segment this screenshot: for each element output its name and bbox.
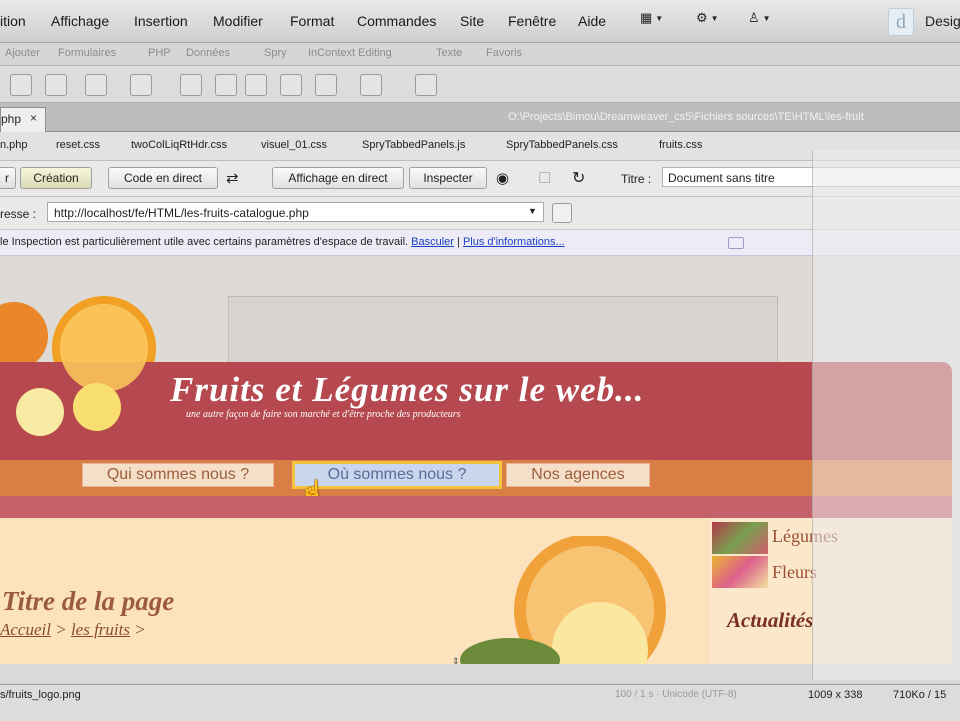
fruits-logo-overlay (16, 304, 148, 436)
switch-link[interactable]: Basculer (411, 236, 454, 248)
status-bar: s/fruits_logo.png 100 / 1 s · Unicode (U… (0, 684, 960, 721)
user-icon: ♙ (748, 10, 760, 25)
workspace-switcher[interactable]: Desig (925, 13, 960, 29)
resize-handle-icon[interactable]: ⇕ (452, 656, 460, 664)
insert-tag-icon[interactable] (360, 74, 382, 96)
insert-tab[interactable]: Formulaires (58, 47, 116, 59)
insert-template-icon[interactable] (315, 74, 337, 96)
menu-commandes[interactable]: Commandes (357, 13, 436, 29)
browser-check-icon[interactable]: ⇄ (226, 169, 239, 187)
site-title: Fruits et Légumes sur le web... (170, 370, 645, 409)
more-info-link[interactable]: Plus d'informations... (463, 236, 565, 248)
breadcrumb: Accueil > les fruits > (0, 620, 146, 640)
breadcrumb-home[interactable]: Accueil (0, 620, 51, 639)
chevron-down-icon: ▼ (710, 14, 719, 24)
download-size: 710Ko / 15 (893, 689, 947, 701)
layout-icon: ▦ (640, 10, 653, 25)
insert-tab[interactable]: Ajouter (5, 47, 40, 59)
page-title: Titre de la page (2, 586, 175, 616)
menu-insertion[interactable]: Insertion (134, 13, 188, 29)
related-file[interactable]: SpryTabbedPanels.js (362, 139, 465, 151)
live-view-button[interactable]: Affichage en direct (272, 167, 404, 189)
fleurs-thumbnail (712, 556, 768, 588)
insert-date-icon[interactable] (180, 74, 202, 96)
close-icon[interactable]: × (30, 111, 37, 125)
related-file[interactable]: reset.css (56, 139, 100, 151)
news-title: Actualités (727, 608, 814, 632)
menu-modifier[interactable]: Modifier (213, 13, 263, 29)
site-menu[interactable]: ♙ ▼ (748, 10, 771, 32)
separator: | (457, 236, 460, 248)
breadcrumb-separator: > (55, 620, 67, 639)
breadcrumb-separator: > (134, 620, 146, 639)
insert-tab[interactable]: Texte (436, 47, 462, 59)
related-file[interactable]: SpryTabbedPanels.css (506, 139, 618, 151)
address-label: resse : (0, 207, 37, 221)
split-view-button[interactable]: r (0, 167, 16, 189)
refresh-icon[interactable]: ↻ (572, 168, 585, 188)
insert-media-icon[interactable] (130, 74, 152, 96)
menu-site[interactable]: Site (460, 13, 484, 29)
insert-table-icon[interactable] (45, 74, 67, 96)
insert-head-icon[interactable] (245, 74, 267, 96)
breadcrumb-current[interactable]: les fruits (71, 620, 130, 639)
menu-aide[interactable]: Aide (578, 13, 606, 29)
sidebar-item-fleurs[interactable]: Fleurs (772, 562, 817, 583)
chevron-down-icon[interactable]: ▼ (528, 206, 537, 216)
status-encoding: 100 / 1 s · Unicode (UTF-8) (615, 689, 737, 700)
legumes-thumbnail (712, 522, 768, 554)
inspect-button[interactable]: Inspecter (409, 167, 487, 189)
site-tagline: une autre façon de faire son marché et d… (186, 409, 461, 420)
document-tab-label: php (1, 112, 22, 126)
insert-comment-icon[interactable] (215, 74, 237, 96)
close-infobar-icon[interactable] (728, 237, 744, 249)
menu-format[interactable]: Format (290, 13, 334, 29)
insert-tab[interactable]: PHP (148, 47, 171, 59)
related-file[interactable]: twoColLiqRtHdr.css (131, 139, 227, 151)
insert-tab[interactable]: Données (186, 47, 230, 59)
layout-menu[interactable]: ▦ ▼ (640, 10, 663, 32)
insert-panel-tabs: Ajouter Formulaires PHP Données Spry InC… (0, 43, 960, 66)
info-text: le Inspection est particulièrement utile… (0, 236, 409, 248)
nav-nos-agences[interactable]: Nos agences (506, 463, 650, 487)
nav-qui-sommes-nous[interactable]: Qui sommes nous ? (82, 463, 274, 487)
related-file[interactable]: fruits.css (659, 139, 702, 151)
info-message: le Inspection est particulièrement utile… (0, 236, 565, 248)
document-tab-bar: php × O:\Projects\Bimou\Dreamweaver_cs5\… (0, 103, 960, 132)
insert-tab[interactable]: InContext Editing (308, 47, 392, 59)
document-path: O:\Projects\Bimou\Dreamweaver_cs5\Fichie… (508, 111, 864, 123)
nav-subband (0, 496, 952, 518)
chevron-down-icon: ▼ (655, 14, 664, 24)
document-tab[interactable]: php × (0, 107, 46, 132)
tag-selector[interactable]: s/fruits_logo.png (0, 689, 81, 701)
menu-fenetre[interactable]: Fenêtre (508, 13, 556, 29)
validate-icon[interactable]: ☐ (538, 169, 551, 187)
extend-menu[interactable]: ⚙ ▼ (696, 10, 719, 32)
gear-icon: ⚙ (696, 10, 708, 25)
title-label: Titre : (621, 172, 652, 186)
related-file[interactable]: visuel_01.css (261, 139, 327, 151)
insert-script-icon[interactable] (280, 74, 302, 96)
insert-file-icon[interactable] (415, 74, 437, 96)
address-input[interactable]: http://localhost/fe/HTML/les-fruits-cata… (47, 202, 544, 222)
live-code-button[interactable]: Code en direct (108, 167, 218, 189)
browse-options-icon[interactable] (552, 203, 572, 223)
menu-bar: ition Affichage Insertion Modifier Forma… (0, 0, 960, 43)
insert-toolbar (0, 66, 960, 103)
oranges-image (460, 536, 666, 664)
chevron-down-icon: ▼ (762, 14, 771, 24)
globe-icon[interactable]: ◉ (496, 169, 509, 187)
app-logo: d (888, 8, 914, 36)
insert-tab[interactable]: Favoris (486, 47, 522, 59)
files-panel[interactable] (812, 150, 960, 680)
menu-edition[interactable]: ition (0, 13, 26, 29)
menu-affichage[interactable]: Affichage (51, 13, 109, 29)
design-view-button[interactable]: Création (20, 167, 92, 189)
related-file[interactable]: n.php (0, 139, 28, 151)
insert-div-icon[interactable] (10, 74, 32, 96)
insert-image-icon[interactable] (85, 74, 107, 96)
window-size[interactable]: 1009 x 338 (808, 689, 862, 701)
insert-tab[interactable]: Spry (264, 47, 287, 59)
